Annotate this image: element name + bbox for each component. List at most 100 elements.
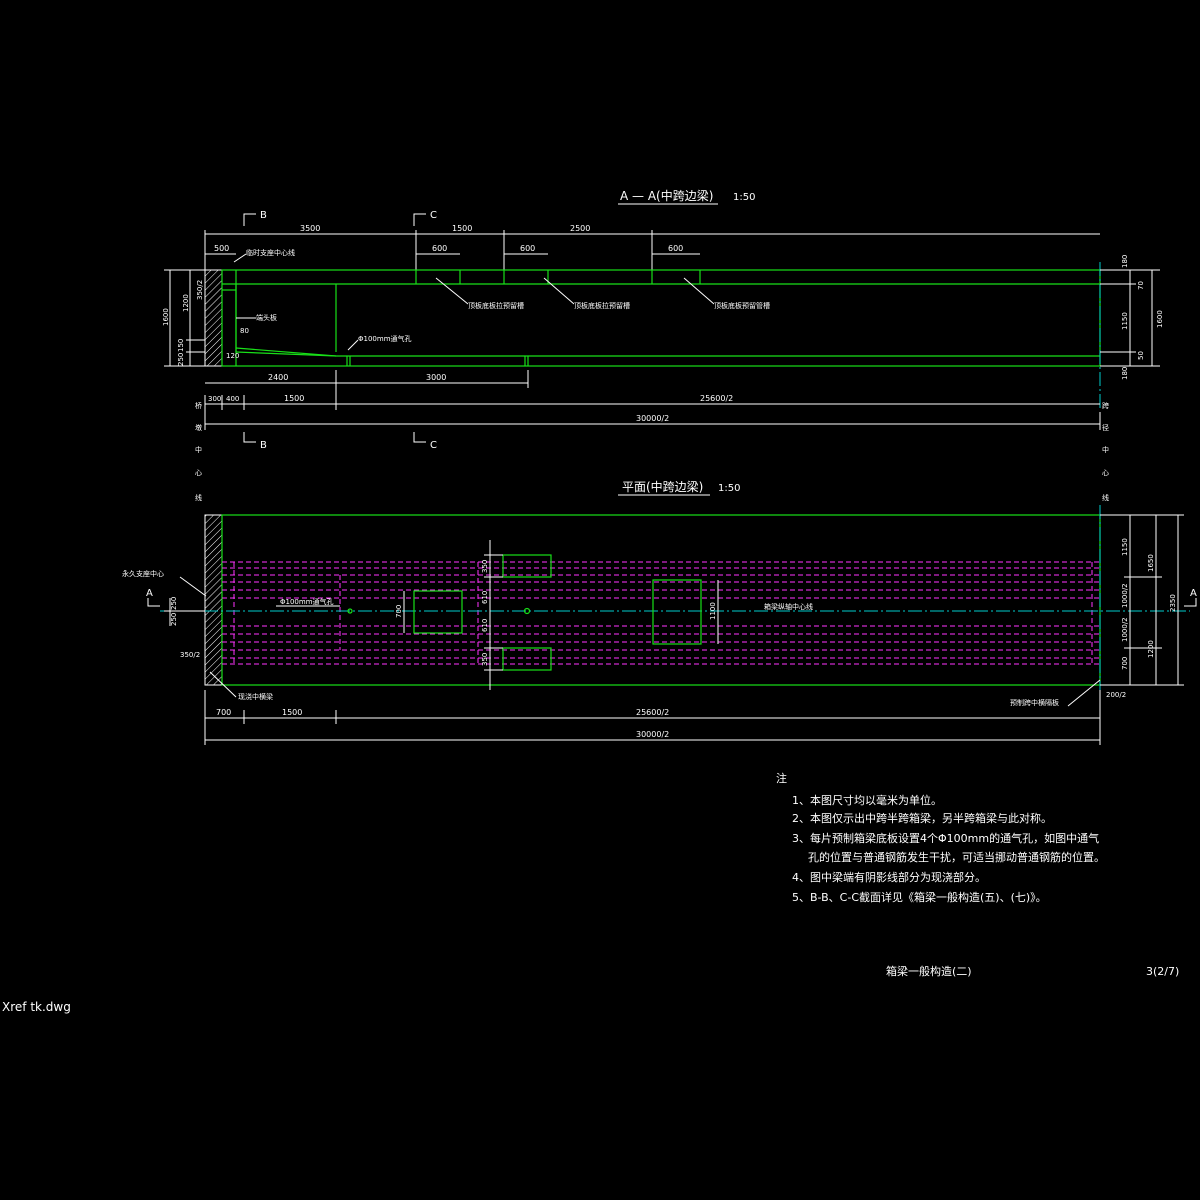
plan-dim-350-top: 350	[481, 560, 489, 573]
plan-outline	[221, 514, 1101, 686]
svg-text:径: 径	[1102, 423, 1109, 432]
dim-400: 400	[226, 395, 239, 403]
label-prefab-plate: 预制跨中横隔板	[1010, 698, 1059, 707]
dim-left-120: 120	[226, 352, 239, 360]
note-3: 3、每片预制箱梁底板设置4个Φ100mm的通气孔，如图中通气	[792, 831, 1099, 845]
dim-300: 300	[208, 395, 221, 403]
label-end-plate: 端头板	[256, 313, 277, 322]
svg-text:中: 中	[195, 445, 202, 454]
plan-dim-610-b: 610	[481, 619, 489, 632]
plan-dim-700-bottom: 700	[216, 708, 231, 717]
dim-25600-2-a: 25600/2	[700, 394, 733, 403]
plan-dim-250-a: 250	[170, 597, 178, 610]
plan-dim-200-2: 200/2	[1106, 691, 1126, 699]
dim-right-1150: 1150	[1121, 312, 1129, 330]
section-aa-scale: 1:50	[733, 192, 755, 203]
label-bottom-groove-2: 顶板底板拉预留槽	[574, 301, 630, 310]
dim-2400: 2400	[268, 373, 288, 382]
sheet-number: 3(2/7)	[1146, 965, 1179, 978]
label-top-pipe: 顶板底板预留管槽	[714, 301, 770, 310]
section-aa: A — A(中跨边梁) 1:50 B C B C 3500 1500 2500 …	[162, 188, 1164, 502]
plan-dim-1650: 1650	[1147, 554, 1155, 572]
dim-left-1600: 1600	[162, 308, 170, 326]
dim-right-1600: 1600	[1156, 310, 1164, 328]
label-support-center: 临时支座中心线	[246, 248, 295, 257]
plan-scale: 1:50	[718, 483, 740, 494]
svg-text:墩: 墩	[195, 423, 202, 432]
dim-2500: 2500	[570, 224, 590, 233]
dim-left-350-2: 350/2	[196, 280, 204, 300]
svg-text:跨: 跨	[1102, 401, 1109, 410]
note-3b: 孔的位置与普通钢筋发生干扰，可适当挪动普通钢筋的位置。	[808, 850, 1105, 864]
cut-c-bottom: C	[430, 440, 437, 451]
cut-a-right: A	[1190, 588, 1197, 599]
cad-drawing: A — A(中跨边梁) 1:50 B C B C 3500 1500 2500 …	[122, 188, 1197, 978]
plan-dim-1000-2-a: 1000/2	[1121, 583, 1129, 608]
dim-right-180-top: 180	[1121, 255, 1129, 268]
notes-heading: 注	[776, 771, 787, 785]
dim-500: 500	[214, 244, 229, 253]
span-centerline-label: 跨 径 中 心 线	[1102, 401, 1109, 502]
svg-text:桥: 桥	[195, 401, 202, 410]
svg-text:心: 心	[195, 469, 202, 477]
plan-dim-25600-2: 25600/2	[636, 708, 669, 717]
plan-dim-1500-bottom: 1500	[282, 708, 302, 717]
dim-right-50: 50	[1137, 351, 1145, 360]
xref-label: Xref tk.dwg	[2, 1000, 71, 1014]
dim-right-70: 70	[1137, 281, 1145, 290]
svg-text:线: 线	[1102, 493, 1109, 502]
plan-box-right	[652, 579, 702, 645]
dim-3000: 3000	[426, 373, 446, 382]
label-beam-axis: 箱梁纵轴中心线	[764, 602, 813, 611]
plan-dim-610-a: 610	[481, 591, 489, 604]
label-bottom-groove-1: 顶板底板拉预留槽	[468, 301, 524, 310]
dim-1500-top: 1500	[452, 224, 472, 233]
plan-cast-hatch	[204, 514, 223, 686]
dim-1500-bottom: 1500	[284, 394, 304, 403]
dim-30000-2-a: 30000/2	[636, 414, 669, 423]
dim-left-250: 250	[177, 353, 185, 366]
cut-b-bottom: B	[260, 440, 267, 451]
plan-box-lower	[502, 647, 552, 671]
plan-dim-1200: 1200	[1147, 640, 1155, 658]
plan-dim-1100: 1100	[709, 602, 717, 620]
label-vent-hole: Φ100mm通气孔	[280, 597, 334, 606]
cast-end-hatch	[204, 269, 223, 367]
plan-title: 平面(中跨边梁)	[622, 479, 703, 494]
dim-left-150: 150	[177, 339, 185, 352]
svg-text:中: 中	[1102, 445, 1109, 454]
plan-dim-1150: 1150	[1121, 538, 1129, 556]
plan-box-left	[413, 590, 463, 634]
cut-c-top: C	[430, 210, 437, 221]
plan-dim-700-right: 700	[1121, 657, 1129, 670]
plan-dim-30000-2: 30000/2	[636, 730, 669, 739]
note-1: 1、本图尺寸均以毫米为单位。	[792, 793, 942, 807]
notes-block: 注 1、本图尺寸均以毫米为单位。 2、本图仅示出中跨半跨箱梁，另半跨箱梁与此对称…	[776, 771, 1105, 904]
plan-dim-700: 700	[395, 605, 403, 618]
plan-box-upper	[502, 554, 552, 578]
pier-centerline-label: 桥 墩 中 心 线	[195, 401, 202, 502]
plan-dim-1000-2-b: 1000/2	[1121, 617, 1129, 642]
svg-text:线: 线	[195, 493, 202, 502]
dim-right-180-bottom: 180	[1121, 367, 1129, 380]
plan-dim-350-bottom: 350	[481, 653, 489, 666]
plan-dim-250-b: 250	[170, 613, 178, 626]
dim-left-80: 80	[240, 327, 249, 335]
label-permanent-support: 永久支座中心	[122, 569, 164, 578]
svg-text:心: 心	[1102, 469, 1109, 477]
plan-view: 平面(中跨边梁) 1:50 A A 永久支座中心 Φ100mm通气孔 箱梁纵轴中…	[122, 479, 1197, 745]
note-4: 4、图中梁端有阴影线部分为现浇部分。	[792, 870, 986, 884]
plan-dim-350-2: 350/2	[180, 651, 200, 659]
cut-b-top: B	[260, 210, 267, 221]
dim-3500: 3500	[300, 224, 320, 233]
cut-a-left: A	[146, 588, 153, 599]
drawing-title: 箱梁一般构造(二)	[886, 964, 972, 978]
dim-left-1200: 1200	[182, 294, 190, 312]
section-aa-title: A — A(中跨边梁)	[620, 188, 713, 203]
plan-dim-2350: 2350	[1169, 594, 1177, 612]
note-2: 2、本图仅示出中跨半跨箱梁，另半跨箱梁与此对称。	[792, 811, 1052, 825]
label-vent-pipe: Φ100mm通气孔	[358, 334, 412, 343]
dim-600-a: 600	[432, 244, 447, 253]
dim-600-c: 600	[668, 244, 683, 253]
dim-600-b: 600	[520, 244, 535, 253]
